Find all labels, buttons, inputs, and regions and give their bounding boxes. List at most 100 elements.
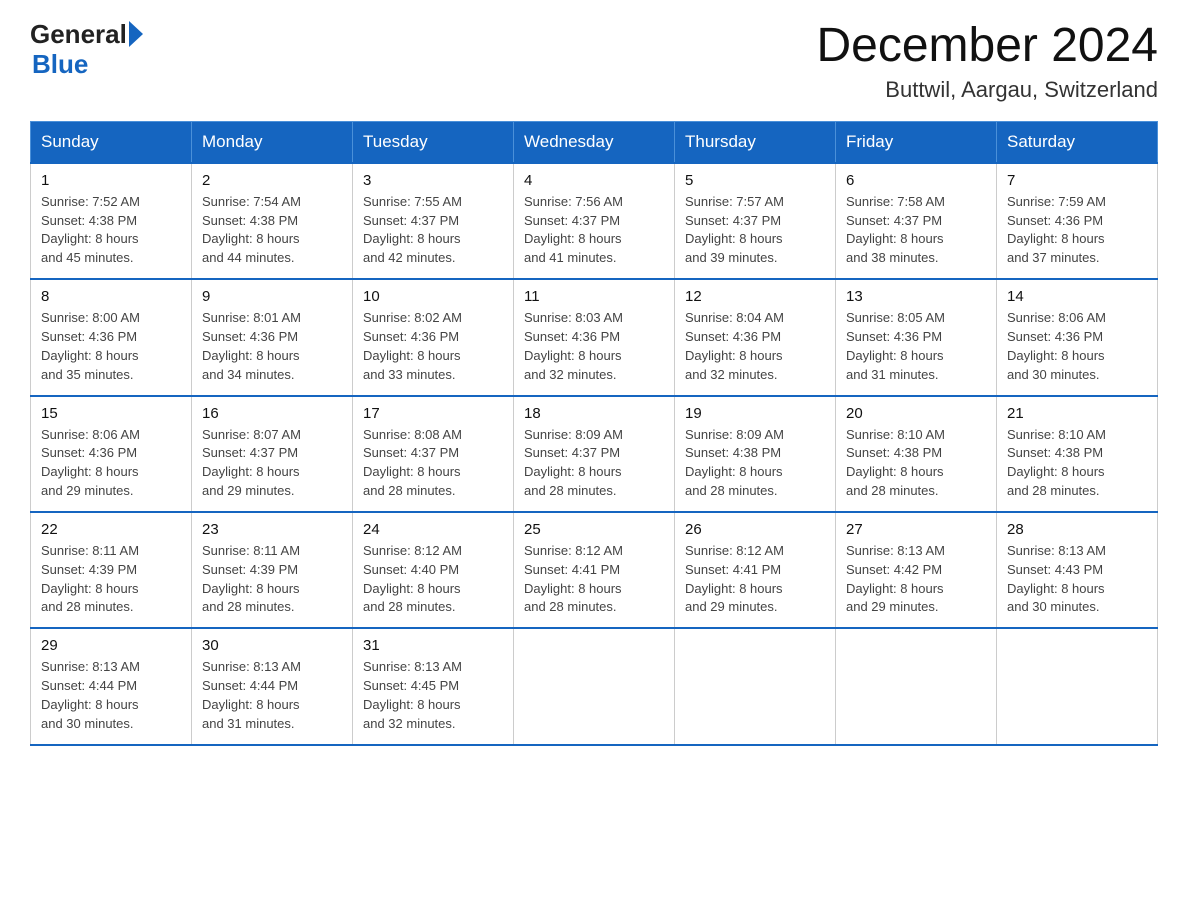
location-title: Buttwil, Aargau, Switzerland [816, 77, 1158, 103]
day-info: Sunrise: 8:01 AM Sunset: 4:36 PM Dayligh… [202, 309, 342, 384]
day-cell: 26 Sunrise: 8:12 AM Sunset: 4:41 PM Dayl… [675, 513, 836, 628]
bottom-border-cell [192, 745, 353, 746]
day-info: Sunrise: 7:59 AM Sunset: 4:36 PM Dayligh… [1007, 193, 1147, 268]
logo: General Blue [30, 20, 143, 80]
day-info: Sunrise: 8:05 AM Sunset: 4:36 PM Dayligh… [846, 309, 986, 384]
bottom-border-cell [514, 745, 675, 746]
day-cell: 30 Sunrise: 8:13 AM Sunset: 4:44 PM Dayl… [192, 629, 353, 744]
day-info: Sunrise: 7:54 AM Sunset: 4:38 PM Dayligh… [202, 193, 342, 268]
day-cell: 7 Sunrise: 7:59 AM Sunset: 4:36 PM Dayli… [997, 163, 1158, 279]
header-monday: Monday [192, 121, 353, 163]
day-cell: 14 Sunrise: 8:06 AM Sunset: 4:36 PM Dayl… [997, 280, 1158, 395]
day-info: Sunrise: 7:57 AM Sunset: 4:37 PM Dayligh… [685, 193, 825, 268]
day-info: Sunrise: 8:06 AM Sunset: 4:36 PM Dayligh… [1007, 309, 1147, 384]
day-number: 22 [41, 521, 181, 538]
day-info: Sunrise: 8:02 AM Sunset: 4:36 PM Dayligh… [363, 309, 503, 384]
day-info: Sunrise: 7:52 AM Sunset: 4:38 PM Dayligh… [41, 193, 181, 268]
day-number: 23 [202, 521, 342, 538]
day-number: 5 [685, 172, 825, 189]
day-cell: 5 Sunrise: 7:57 AM Sunset: 4:37 PM Dayli… [675, 163, 836, 279]
day-number: 27 [846, 521, 986, 538]
day-number: 7 [1007, 172, 1147, 189]
week-row-5: 29 Sunrise: 8:13 AM Sunset: 4:44 PM Dayl… [31, 629, 1158, 744]
day-cell: 29 Sunrise: 8:13 AM Sunset: 4:44 PM Dayl… [31, 629, 192, 744]
day-number: 12 [685, 288, 825, 305]
day-number: 6 [846, 172, 986, 189]
day-cell: 18 Sunrise: 8:09 AM Sunset: 4:37 PM Dayl… [514, 397, 675, 512]
bottom-border-cell [836, 745, 997, 746]
day-number: 16 [202, 405, 342, 422]
day-info: Sunrise: 8:10 AM Sunset: 4:38 PM Dayligh… [846, 426, 986, 501]
day-cell: 27 Sunrise: 8:13 AM Sunset: 4:42 PM Dayl… [836, 513, 997, 628]
day-cell: 21 Sunrise: 8:10 AM Sunset: 4:38 PM Dayl… [997, 397, 1158, 512]
day-number: 10 [363, 288, 503, 305]
month-title: December 2024 [816, 20, 1158, 73]
bottom-border-cell [353, 745, 514, 746]
header-sunday: Sunday [31, 121, 192, 163]
day-info: Sunrise: 8:11 AM Sunset: 4:39 PM Dayligh… [41, 542, 181, 617]
day-cell: 15 Sunrise: 8:06 AM Sunset: 4:36 PM Dayl… [31, 397, 192, 512]
day-number: 2 [202, 172, 342, 189]
day-number: 28 [1007, 521, 1147, 538]
day-number: 14 [1007, 288, 1147, 305]
day-number: 3 [363, 172, 503, 189]
day-info: Sunrise: 8:13 AM Sunset: 4:42 PM Dayligh… [846, 542, 986, 617]
logo-blue-text: Blue [30, 49, 88, 80]
day-number: 1 [41, 172, 181, 189]
day-number: 15 [41, 405, 181, 422]
day-cell: 8 Sunrise: 8:00 AM Sunset: 4:36 PM Dayli… [31, 280, 192, 395]
title-area: December 2024 Buttwil, Aargau, Switzerla… [816, 20, 1158, 103]
header-tuesday: Tuesday [353, 121, 514, 163]
header-saturday: Saturday [997, 121, 1158, 163]
day-cell: 12 Sunrise: 8:04 AM Sunset: 4:36 PM Dayl… [675, 280, 836, 395]
day-cell: 22 Sunrise: 8:11 AM Sunset: 4:39 PM Dayl… [31, 513, 192, 628]
day-info: Sunrise: 8:12 AM Sunset: 4:41 PM Dayligh… [524, 542, 664, 617]
logo-arrow-icon [129, 21, 143, 47]
day-number: 4 [524, 172, 664, 189]
day-cell: 13 Sunrise: 8:05 AM Sunset: 4:36 PM Dayl… [836, 280, 997, 395]
day-cell: 28 Sunrise: 8:13 AM Sunset: 4:43 PM Dayl… [997, 513, 1158, 628]
calendar-table: Sunday Monday Tuesday Wednesday Thursday… [30, 121, 1158, 746]
day-info: Sunrise: 8:13 AM Sunset: 4:43 PM Dayligh… [1007, 542, 1147, 617]
day-number: 18 [524, 405, 664, 422]
logo-text: General [30, 20, 143, 49]
day-number: 9 [202, 288, 342, 305]
day-number: 8 [41, 288, 181, 305]
day-info: Sunrise: 8:13 AM Sunset: 4:45 PM Dayligh… [363, 658, 503, 733]
day-info: Sunrise: 8:06 AM Sunset: 4:36 PM Dayligh… [41, 426, 181, 501]
day-cell [514, 629, 675, 744]
day-info: Sunrise: 8:04 AM Sunset: 4:36 PM Dayligh… [685, 309, 825, 384]
day-number: 11 [524, 288, 664, 305]
day-cell: 31 Sunrise: 8:13 AM Sunset: 4:45 PM Dayl… [353, 629, 514, 744]
day-cell [997, 629, 1158, 744]
day-info: Sunrise: 8:09 AM Sunset: 4:38 PM Dayligh… [685, 426, 825, 501]
day-number: 24 [363, 521, 503, 538]
day-number: 21 [1007, 405, 1147, 422]
day-number: 31 [363, 637, 503, 654]
day-info: Sunrise: 8:09 AM Sunset: 4:37 PM Dayligh… [524, 426, 664, 501]
week-row-2: 8 Sunrise: 8:00 AM Sunset: 4:36 PM Dayli… [31, 280, 1158, 395]
header-friday: Friday [836, 121, 997, 163]
day-info: Sunrise: 8:11 AM Sunset: 4:39 PM Dayligh… [202, 542, 342, 617]
day-info: Sunrise: 8:13 AM Sunset: 4:44 PM Dayligh… [202, 658, 342, 733]
logo-blue: Blue [32, 49, 88, 79]
page-header: General Blue December 2024 Buttwil, Aarg… [30, 20, 1158, 103]
bottom-border-row [31, 745, 1158, 746]
day-info: Sunrise: 7:55 AM Sunset: 4:37 PM Dayligh… [363, 193, 503, 268]
day-cell: 19 Sunrise: 8:09 AM Sunset: 4:38 PM Dayl… [675, 397, 836, 512]
day-cell: 23 Sunrise: 8:11 AM Sunset: 4:39 PM Dayl… [192, 513, 353, 628]
day-cell [675, 629, 836, 744]
day-info: Sunrise: 8:13 AM Sunset: 4:44 PM Dayligh… [41, 658, 181, 733]
day-cell: 3 Sunrise: 7:55 AM Sunset: 4:37 PM Dayli… [353, 163, 514, 279]
day-number: 20 [846, 405, 986, 422]
day-info: Sunrise: 8:03 AM Sunset: 4:36 PM Dayligh… [524, 309, 664, 384]
day-info: Sunrise: 8:12 AM Sunset: 4:40 PM Dayligh… [363, 542, 503, 617]
day-cell: 20 Sunrise: 8:10 AM Sunset: 4:38 PM Dayl… [836, 397, 997, 512]
logo-general: General [30, 20, 127, 49]
day-cell: 16 Sunrise: 8:07 AM Sunset: 4:37 PM Dayl… [192, 397, 353, 512]
day-cell: 11 Sunrise: 8:03 AM Sunset: 4:36 PM Dayl… [514, 280, 675, 395]
day-number: 29 [41, 637, 181, 654]
day-info: Sunrise: 7:56 AM Sunset: 4:37 PM Dayligh… [524, 193, 664, 268]
day-info: Sunrise: 8:00 AM Sunset: 4:36 PM Dayligh… [41, 309, 181, 384]
weekday-header-row: Sunday Monday Tuesday Wednesday Thursday… [31, 121, 1158, 163]
